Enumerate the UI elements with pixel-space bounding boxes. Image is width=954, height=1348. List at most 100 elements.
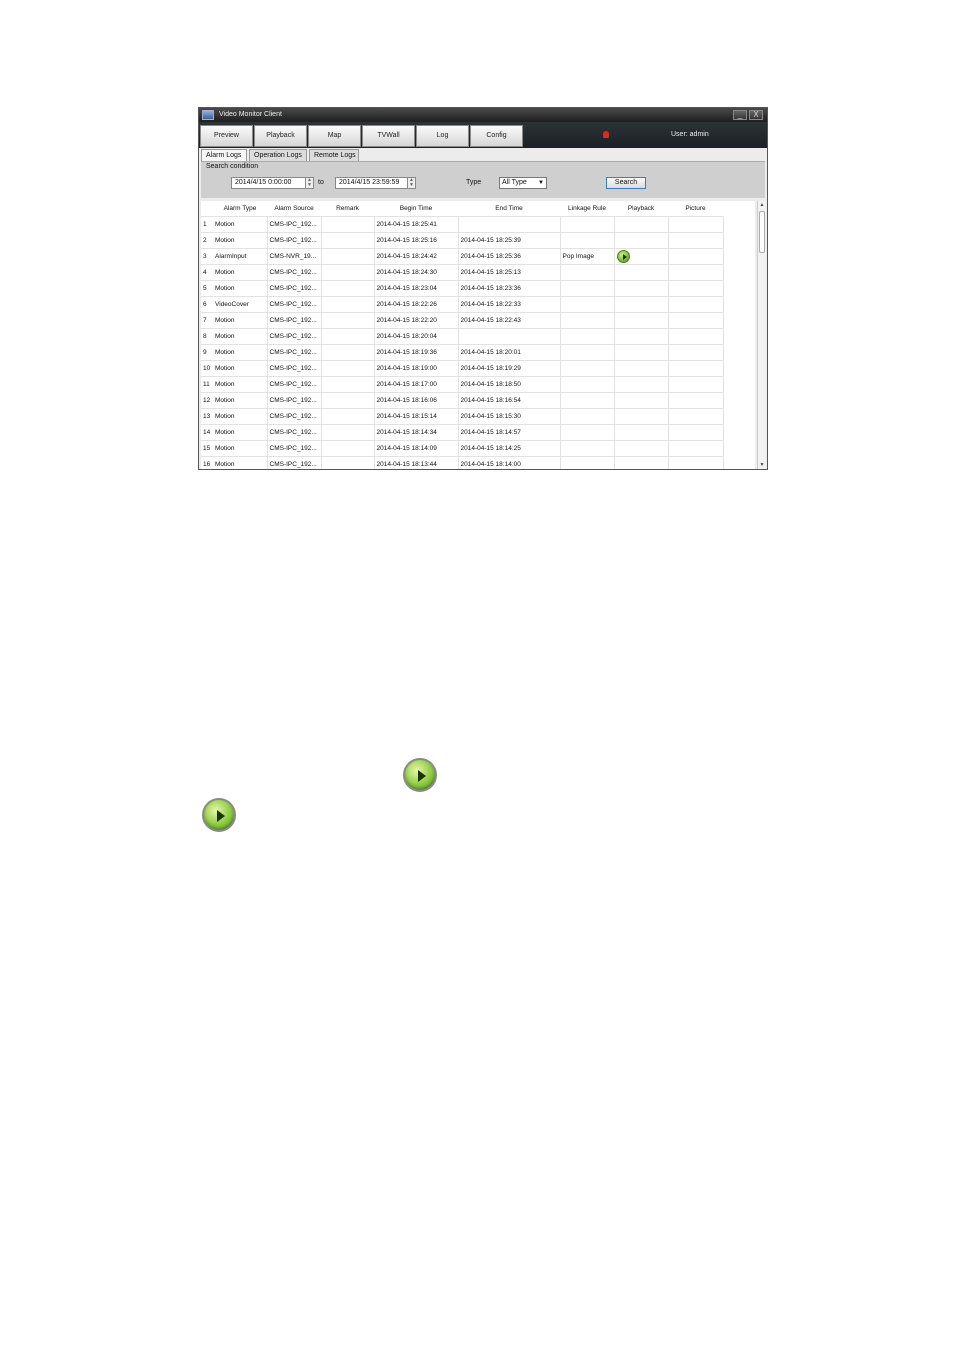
alarm-type-cell: Motion <box>213 232 268 249</box>
title-bar: Video Monitor Client _ X <box>199 108 767 122</box>
row-index: 15 <box>201 440 213 457</box>
alarm-type-cell: Motion <box>213 392 268 409</box>
scroll-down-icon[interactable]: ▼ <box>758 461 766 469</box>
end-time-cell: 2014-04-15 18:25:13 <box>458 264 561 281</box>
linkage-rule-cell <box>560 440 615 457</box>
table-row[interactable]: 9 Motion CMS-IPC_192... 2014-04-15 18:19:36… <box>201 344 724 361</box>
table-row[interactable]: 4 Motion CMS-IPC_192... 2014-04-15 18:24:30… <box>201 264 724 281</box>
playback-cell <box>614 408 669 425</box>
tab-alarm-logs[interactable]: Alarm Logs <box>201 149 247 161</box>
alarm-type-cell: Motion <box>213 440 268 457</box>
tab-preview[interactable]: Preview <box>200 125 253 147</box>
type-select-value: All Type <box>502 179 527 186</box>
picture-cell <box>668 360 724 377</box>
tab-remote-logs[interactable]: Remote Logs <box>309 149 359 161</box>
col-linkage-rule-header[interactable]: Linkage Rule <box>560 201 614 217</box>
begin-time-cell: 2014-04-15 18:22:26 <box>374 296 459 313</box>
playback-cell <box>614 376 669 393</box>
table-row[interactable]: 16 Motion CMS-IPC_192... 2014-04-15 18:13:4… <box>201 456 724 469</box>
table-row[interactable]: 10 Motion CMS-IPC_192... 2014-04-15 18:19:0… <box>201 360 724 377</box>
scroll-up-icon[interactable]: ▲ <box>758 201 766 209</box>
search-condition-title: Search condition <box>206 163 259 170</box>
alarm-light-icon[interactable] <box>603 131 609 138</box>
table-row[interactable]: 11 Motion CMS-IPC_192... 2014-04-15 18:17:0… <box>201 376 724 393</box>
alarm-source-cell: CMS-IPC_192... <box>267 456 322 469</box>
linkage-rule-cell <box>560 376 615 393</box>
table-row[interactable]: 1 Motion CMS-IPC_192... 2014-04-15 18:25:41 <box>201 216 724 233</box>
row-index: 14 <box>201 424 213 441</box>
alarm-source-cell: CMS-IPC_192... <box>267 408 322 425</box>
row-index: 5 <box>201 280 213 297</box>
begin-time-cell: 2014-04-15 18:14:34 <box>374 424 459 441</box>
picture-cell <box>668 328 724 345</box>
start-time-input[interactable]: 2014/4/15 0:00:00 <box>231 177 309 189</box>
search-button[interactable]: Search <box>606 177 646 189</box>
type-select[interactable]: All Type ▼ <box>499 177 547 189</box>
end-time-cell: 2014-04-15 18:23:36 <box>458 280 561 297</box>
tab-log[interactable]: Log <box>416 125 469 147</box>
tab-config[interactable]: Config <box>470 125 523 147</box>
col-alarm-type-header[interactable]: Alarm Type <box>213 201 267 217</box>
col-begin-time-header[interactable]: Begin Time <box>374 201 458 217</box>
end-time-cell: 2014-04-15 18:19:29 <box>458 360 561 377</box>
picture-cell <box>668 376 724 393</box>
tab-map[interactable]: Map <box>308 125 361 147</box>
row-index: 1 <box>201 216 213 233</box>
table-row[interactable]: 2 Motion CMS-IPC_192... 2014-04-15 18:25:16… <box>201 232 724 249</box>
playback-cell <box>614 360 669 377</box>
linkage-rule-cell <box>560 232 615 249</box>
table-row[interactable]: 8 Motion CMS-IPC_192... 2014-04-15 18:20:04 <box>201 328 724 345</box>
picture-cell <box>668 232 724 249</box>
tab-playback[interactable]: Playback <box>254 125 307 147</box>
alarm-type-cell: Motion <box>213 376 268 393</box>
row-index: 11 <box>201 376 213 393</box>
col-end-time-header[interactable]: End Time <box>458 201 560 217</box>
table-row[interactable]: 13 Motion CMS-IPC_192... 2014-04-15 18:15:1… <box>201 408 724 425</box>
col-alarm-source-header[interactable]: Alarm Source <box>267 201 321 217</box>
minimize-button[interactable]: _ <box>733 110 747 120</box>
alarm-source-cell: CMS-IPC_192... <box>267 392 322 409</box>
playback-cell <box>614 312 669 329</box>
begin-time-cell: 2014-04-15 18:17:00 <box>374 376 459 393</box>
table-row[interactable]: 15 Motion CMS-IPC_192... 2014-04-15 18:14:0… <box>201 440 724 457</box>
table-row[interactable]: 5 Motion CMS-IPC_192... 2014-04-15 18:23:04… <box>201 280 724 297</box>
tab-operation-logs[interactable]: Operation Logs <box>249 149 307 161</box>
app-icon <box>202 110 214 120</box>
playback-cell <box>614 280 669 297</box>
end-time-input[interactable]: 2014/4/15 23:59:59 <box>335 177 413 189</box>
remark-cell <box>321 440 375 457</box>
app-window: Video Monitor Client _ X Preview Playbac… <box>198 107 768 470</box>
col-remark-header[interactable]: Remark <box>321 201 374 217</box>
table-scrollbar[interactable]: ▲ ▼ <box>757 201 766 469</box>
col-index-header[interactable] <box>201 201 213 217</box>
col-picture-header[interactable]: Picture <box>668 201 723 217</box>
search-condition-panel: Search condition 2014/4/15 0:00:00 ▲ ▼ to… <box>201 161 765 198</box>
play-button-icon <box>202 798 236 832</box>
table-row[interactable]: 3 AlarmInput CMS-NVR_19... 2014-04-15 18:24… <box>201 248 724 265</box>
col-playback-header[interactable]: Playback <box>614 201 668 217</box>
alarm-type-cell: Motion <box>213 408 268 425</box>
alarm-type-cell: Motion <box>213 360 268 377</box>
play-button-icon[interactable] <box>616 250 630 263</box>
remark-cell <box>321 232 375 249</box>
alarm-source-cell: CMS-IPC_192... <box>267 216 322 233</box>
begin-time-cell: 2014-04-15 18:24:42 <box>374 248 459 265</box>
playback-cell <box>614 296 669 313</box>
start-time-spinner[interactable]: ▲ ▼ <box>305 177 314 189</box>
close-button[interactable]: X <box>749 110 763 120</box>
table-row[interactable]: 14 Motion CMS-IPC_192... 2014-04-15 18:14:3… <box>201 424 724 441</box>
linkage-rule-cell <box>560 424 615 441</box>
linkage-rule-cell <box>560 456 615 469</box>
scroll-thumb[interactable] <box>759 211 765 253</box>
picture-cell <box>668 392 724 409</box>
remark-cell <box>321 360 375 377</box>
picture-cell <box>668 312 724 329</box>
table-row[interactable]: 7 Motion CMS-IPC_192... 2014-04-15 18:22:20… <box>201 312 724 329</box>
table-row[interactable]: 6 VideoCover CMS-IPC_192... 2014-04-15 18:2… <box>201 296 724 313</box>
alarm-type-cell: Motion <box>213 456 268 469</box>
table-row[interactable]: 12 Motion CMS-IPC_192... 2014-04-15 18:16:0… <box>201 392 724 409</box>
end-time-spinner[interactable]: ▲ ▼ <box>407 177 416 189</box>
linkage-rule-cell <box>560 360 615 377</box>
play-button-icon <box>403 758 437 792</box>
tab-tvwall[interactable]: TVWall <box>362 125 415 147</box>
